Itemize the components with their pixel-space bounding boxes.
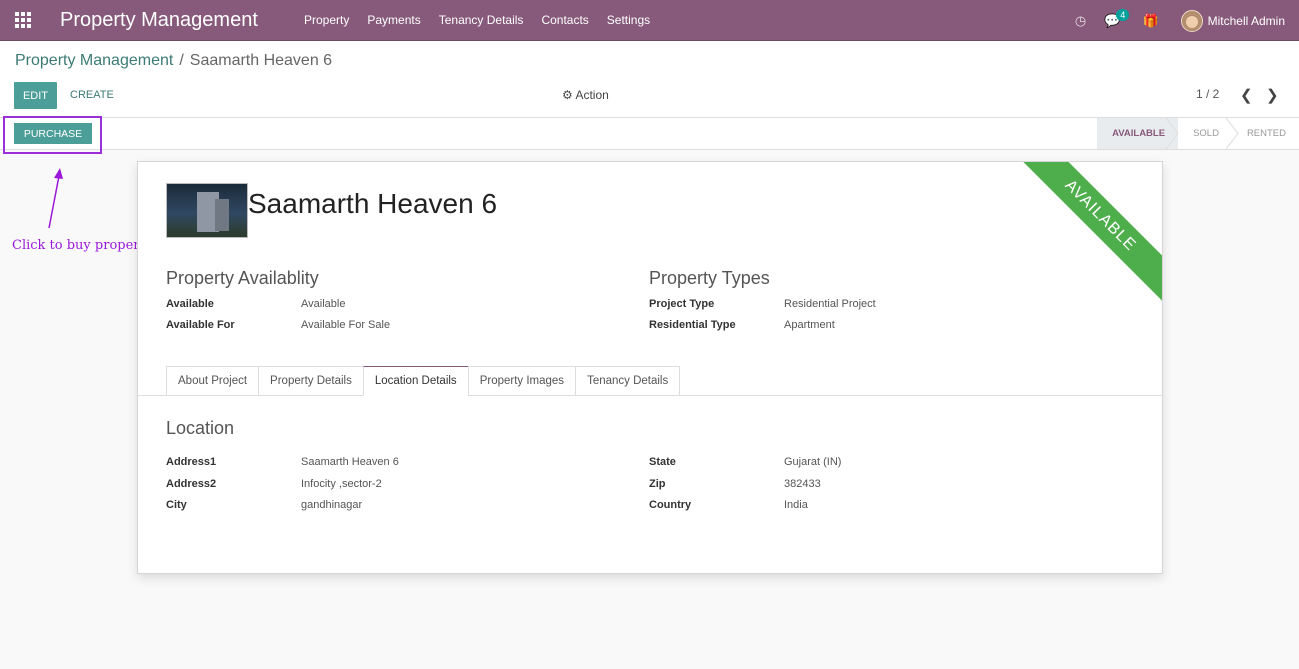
breadcrumb-parent[interactable]: Property Management bbox=[15, 52, 173, 69]
notebook-tabs: About Project Property Details Location … bbox=[166, 366, 681, 396]
annotation-text: Click to buy property bbox=[12, 238, 153, 253]
menu-item-settings[interactable]: Settings bbox=[598, 0, 659, 41]
stage-rented[interactable]: RENTED bbox=[1232, 118, 1299, 149]
chevron-right-icon[interactable]: ❯ bbox=[1266, 86, 1279, 104]
available-label: Available bbox=[166, 298, 214, 310]
available-for-label: Available For bbox=[166, 319, 235, 331]
tab-tenancy-details[interactable]: Tenancy Details bbox=[575, 366, 681, 396]
residential-type-label: Residential Type bbox=[649, 319, 736, 331]
pager-value[interactable]: 1 / 2 bbox=[1196, 87, 1219, 101]
edit-button[interactable]: EDIT bbox=[14, 82, 57, 109]
state-value[interactable]: Gujarat (IN) bbox=[784, 456, 841, 468]
zip-label: Zip bbox=[649, 478, 666, 490]
create-button[interactable]: CREATE bbox=[70, 89, 114, 101]
menu-item-tenancy-details[interactable]: Tenancy Details bbox=[430, 0, 533, 41]
message-count-badge: 4 bbox=[1116, 8, 1130, 21]
app-brand[interactable]: Property Management bbox=[60, 9, 295, 32]
residential-type-value[interactable]: Apartment bbox=[784, 319, 835, 331]
breadcrumb-separator: / bbox=[179, 52, 184, 69]
zip-value[interactable]: 382433 bbox=[784, 478, 821, 490]
main-menu: Property Payments Tenancy Details Contac… bbox=[295, 0, 659, 41]
tab-property-images[interactable]: Property Images bbox=[467, 366, 576, 396]
breadcrumb: Property Management / Saamarth Heaven 6 bbox=[15, 52, 332, 70]
project-type-value[interactable]: Residential Project bbox=[784, 298, 876, 310]
tab-property-details[interactable]: Property Details bbox=[258, 366, 363, 396]
gear-icon: ⚙ bbox=[562, 88, 573, 102]
navbar-systray: ◷ 💬 4 🎁 Mitchell Admin bbox=[1057, 0, 1285, 41]
stage-sold[interactable]: SOLD bbox=[1178, 118, 1232, 149]
address1-value[interactable]: Saamarth Heaven 6 bbox=[301, 456, 399, 468]
property-types-heading: Property Types bbox=[649, 268, 770, 288]
chevron-left-icon[interactable]: ❮ bbox=[1240, 86, 1253, 104]
messages-icon[interactable]: 💬 4 bbox=[1104, 8, 1130, 29]
country-value[interactable]: India bbox=[784, 499, 808, 511]
annotation-arrow bbox=[48, 168, 63, 229]
city-value[interactable]: gandhinagar bbox=[301, 499, 362, 511]
country-label: Country bbox=[649, 499, 692, 511]
menu-item-contacts[interactable]: Contacts bbox=[532, 0, 597, 41]
action-label: Action bbox=[575, 88, 609, 102]
menu-item-property[interactable]: Property bbox=[295, 0, 358, 41]
location-heading: Location bbox=[166, 418, 235, 438]
available-ribbon: AVAILABLE bbox=[1010, 162, 1162, 306]
tab-location-details[interactable]: Location Details bbox=[362, 366, 468, 396]
property-image[interactable] bbox=[166, 183, 248, 238]
building-graphic bbox=[215, 199, 229, 231]
purchase-highlight-box bbox=[3, 116, 102, 154]
address2-value[interactable]: Infocity ,sector-2 bbox=[301, 478, 382, 490]
stage-bar: AVAILABLE SOLD RENTED bbox=[1097, 118, 1299, 149]
clock-icon[interactable]: ◷ bbox=[1075, 13, 1086, 29]
top-navbar: Property Management Property Payments Te… bbox=[0, 0, 1299, 41]
form-sheet: AVAILABLE Saamarth Heaven 6 Property Ava… bbox=[137, 161, 1163, 574]
breadcrumb-current: Saamarth Heaven 6 bbox=[189, 52, 333, 69]
stage-chevron bbox=[1166, 118, 1179, 149]
state-label: State bbox=[649, 456, 676, 468]
gift-icon[interactable]: 🎁 bbox=[1142, 13, 1158, 29]
action-menu[interactable]: ⚙ Action bbox=[562, 88, 609, 102]
city-label: City bbox=[166, 499, 187, 511]
statusbar: PURCHASE AVAILABLE SOLD RENTED bbox=[0, 118, 1299, 150]
avatar[interactable] bbox=[1180, 9, 1203, 32]
tab-about-project[interactable]: About Project bbox=[166, 366, 259, 396]
user-name[interactable]: Mitchell Admin bbox=[1208, 14, 1285, 28]
apps-menu-icon[interactable] bbox=[0, 0, 46, 41]
available-for-value[interactable]: Available For Sale bbox=[301, 319, 390, 331]
stage-chevron bbox=[1226, 118, 1239, 149]
project-type-label: Project Type bbox=[649, 298, 715, 310]
availability-heading: Property Availablity bbox=[166, 268, 319, 288]
address2-label: Address2 bbox=[166, 478, 217, 490]
available-value[interactable]: Available bbox=[301, 298, 345, 310]
address1-label: Address1 bbox=[166, 456, 217, 468]
menu-item-payments[interactable]: Payments bbox=[358, 0, 429, 41]
property-title[interactable]: Saamarth Heaven 6 bbox=[248, 188, 497, 220]
control-panel: Property Management / Saamarth Heaven 6 ED… bbox=[0, 41, 1299, 118]
